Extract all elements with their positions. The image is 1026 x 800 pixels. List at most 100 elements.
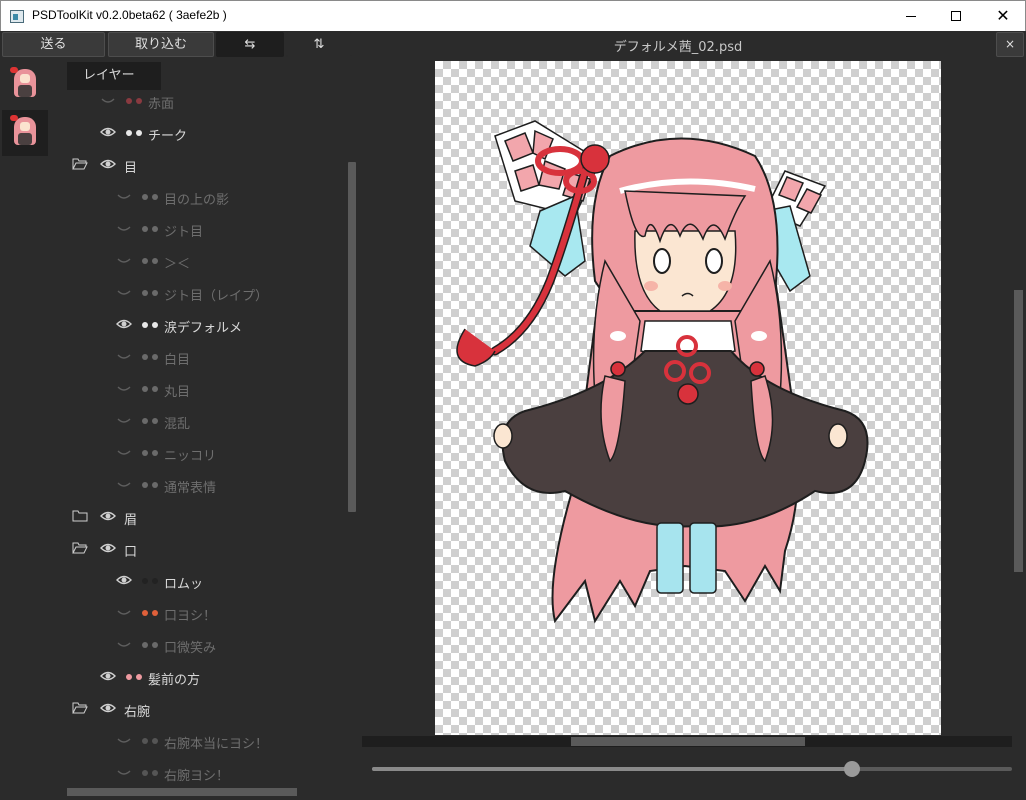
- layer-name: 眉: [124, 513, 138, 528]
- eye-closed-icon[interactable]: [116, 414, 132, 426]
- document-thumbnail-selected[interactable]: [2, 110, 48, 156]
- layer-name: 目の上の影: [164, 193, 230, 208]
- close-icon: ✕: [996, 6, 1010, 25]
- normal-eye-thumb-icon: [140, 479, 162, 491]
- scrollbar-thumb[interactable]: [67, 788, 297, 796]
- jito-eye-2-thumb-icon: [140, 287, 162, 299]
- layer-row[interactable]: ロムッ: [52, 565, 344, 597]
- layer-folder-row[interactable]: 眉: [52, 501, 344, 533]
- folder-open-icon[interactable]: [72, 541, 88, 554]
- layer-name: 髪前の方: [148, 673, 201, 688]
- layer-name: チーク: [148, 129, 188, 144]
- folder-icon[interactable]: [72, 509, 88, 522]
- eye-closed-icon[interactable]: [116, 734, 132, 746]
- eye-closed-icon[interactable]: [116, 286, 132, 298]
- layer-row[interactable]: 右腕ヨシ！: [52, 757, 344, 785]
- eye-icon[interactable]: [116, 318, 132, 330]
- open-mouth-thumb-icon: [140, 607, 162, 619]
- eye-closed-icon[interactable]: [116, 638, 132, 650]
- layer-name: 右腕: [124, 705, 151, 720]
- app-window: PSDToolKit v0.2.0beta62 ( 3aefe2b ) ✕ 送る…: [0, 0, 1026, 800]
- preview-canvas[interactable]: [435, 61, 941, 735]
- layer-horizontal-scrollbar[interactable]: [50, 786, 346, 796]
- minimize-button[interactable]: [889, 1, 935, 31]
- eye-closed-icon[interactable]: [116, 254, 132, 266]
- eye-closed-icon[interactable]: [116, 446, 132, 458]
- character-thumbnail-icon: [10, 115, 36, 149]
- eye-closed-icon[interactable]: [116, 766, 132, 778]
- layer-row[interactable]: 髪前の方: [52, 661, 344, 693]
- eye-closed-icon[interactable]: [116, 350, 132, 362]
- eye-closed-icon[interactable]: [116, 222, 132, 234]
- layer-folder-row[interactable]: 右腕: [52, 693, 344, 725]
- zoom-slider-fill: [372, 767, 852, 771]
- eye-closed-icon[interactable]: [116, 190, 132, 202]
- maximize-button[interactable]: [934, 1, 980, 31]
- layer-name: 右腕ヨシ！: [164, 769, 230, 784]
- scrollbar-thumb[interactable]: [1014, 290, 1023, 572]
- maximize-icon: [951, 11, 961, 21]
- close-document-button[interactable]: ×: [996, 32, 1024, 57]
- eye-shadow-thumb-icon: [140, 191, 162, 203]
- document-thumbnail[interactable]: [2, 62, 48, 108]
- eye-icon[interactable]: [100, 510, 116, 522]
- layer-row[interactable]: 通常表情: [52, 469, 344, 501]
- title-bar: PSDToolKit v0.2.0beta62 ( 3aefe2b ) ✕: [0, 0, 1026, 31]
- character-thumbnail-icon: [10, 67, 36, 101]
- confused-eye-thumb-icon: [140, 415, 162, 427]
- layer-row[interactable]: 白目: [52, 341, 344, 373]
- folder-open-icon[interactable]: [72, 157, 88, 170]
- document-thumbnails: [0, 60, 48, 800]
- eye-closed-icon[interactable]: [100, 94, 116, 106]
- front-hair-thumb-icon: [124, 671, 146, 683]
- layer-name: 口微笑み: [164, 641, 217, 656]
- layer-row[interactable]: ニッコリ: [52, 437, 344, 469]
- close-window-button[interactable]: ✕: [980, 1, 1026, 31]
- eye-icon[interactable]: [100, 670, 116, 682]
- layer-row[interactable]: 目の上の影: [52, 181, 344, 213]
- preview-vertical-scrollbar[interactable]: [1013, 58, 1024, 738]
- layer-name: ジト目（レイプ）: [164, 289, 269, 304]
- folder-open-icon[interactable]: [72, 701, 88, 714]
- document-title: デフォルメ茜_02.psd: [613, 40, 743, 55]
- zoom-slider-handle[interactable]: [844, 761, 860, 777]
- eye-closed-icon[interactable]: [116, 606, 132, 618]
- layer-name: 口: [124, 545, 138, 560]
- preview-horizontal-scrollbar[interactable]: [362, 736, 1012, 747]
- layer-folder-row[interactable]: 口: [52, 533, 344, 565]
- scrollbar-thumb[interactable]: [348, 162, 356, 512]
- layer-tree: 赤面チーク目目の上の影ジト目 ＞＜ ジト目（レイプ） 涙デフォルメ白目丸目混乱ニッコリ…: [52, 90, 344, 785]
- layer-row[interactable]: 右腕本当にヨシ！: [52, 725, 344, 757]
- layer-row[interactable]: 口ヨシ！: [52, 597, 344, 629]
- layer-row[interactable]: 赤面: [52, 90, 344, 117]
- eye-icon[interactable]: [100, 126, 116, 138]
- eye-icon[interactable]: [116, 574, 132, 586]
- eye-icon[interactable]: [100, 158, 116, 170]
- zoom-slider[interactable]: [372, 760, 1014, 778]
- layer-name: ニッコリ: [164, 449, 217, 464]
- layer-row[interactable]: チーク: [52, 117, 344, 149]
- eye-closed-icon[interactable]: [116, 478, 132, 490]
- layer-row[interactable]: ジト目（レイプ）: [52, 277, 344, 309]
- tab-layers[interactable]: レイヤー: [67, 62, 161, 90]
- cheek-thumb-icon: [124, 127, 146, 139]
- smile-mouth-thumb-icon: [140, 639, 162, 651]
- eye-icon[interactable]: [100, 542, 116, 554]
- layer-vertical-scrollbar[interactable]: [346, 92, 356, 785]
- scrollbar-thumb[interactable]: [571, 737, 805, 746]
- layer-row[interactable]: 丸目: [52, 373, 344, 405]
- layer-row[interactable]: 口微笑み: [52, 629, 344, 661]
- layer-name: 丸目: [164, 385, 191, 400]
- layer-row[interactable]: ジト目: [52, 213, 344, 245]
- eye-closed-icon[interactable]: [116, 382, 132, 394]
- layer-row[interactable]: 混乱: [52, 405, 344, 437]
- layer-row[interactable]: ＞＜: [52, 245, 344, 277]
- layer-row[interactable]: 涙デフォルメ: [52, 309, 344, 341]
- layer-name: 口ヨシ！: [164, 609, 217, 624]
- smile-eye-thumb-icon: [140, 447, 162, 459]
- app-icon: [10, 10, 24, 23]
- layer-folder-row[interactable]: 目: [52, 149, 344, 181]
- pout-mouth-thumb-icon: [140, 575, 162, 587]
- eye-icon[interactable]: [100, 702, 116, 714]
- layer-name: 白目: [164, 353, 191, 368]
